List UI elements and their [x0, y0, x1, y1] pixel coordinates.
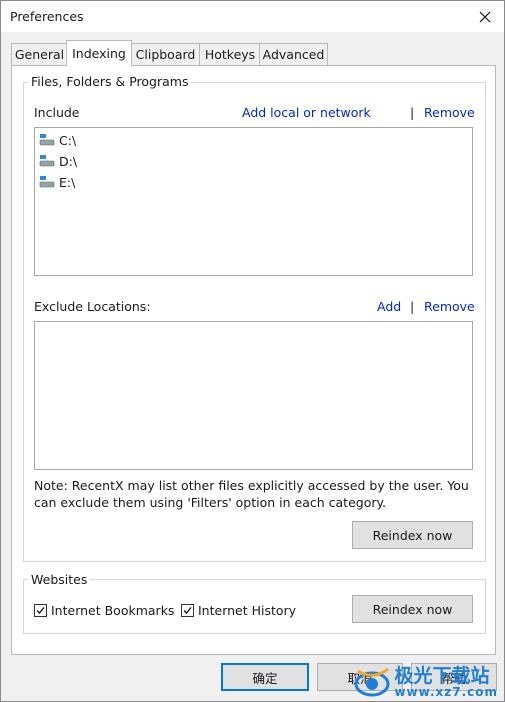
link-separator: | [410, 299, 415, 314]
checkbox-label: Internet History [198, 603, 297, 618]
button-label: Reindex now [372, 527, 453, 543]
checkbox-label: Internet Bookmarks [51, 603, 175, 618]
drive-label: E:\ [59, 174, 76, 190]
tab-label: Indexing [72, 46, 126, 61]
hard-drive-icon [39, 134, 55, 146]
internet-history-checkbox[interactable]: Internet History [181, 603, 296, 618]
checkmark-icon [36, 607, 45, 614]
exclude-add-link[interactable]: Add [377, 299, 401, 314]
tab-label: Hotkeys [204, 47, 256, 62]
indexing-panel: Files, Folders & Programs Include Add lo… [11, 65, 496, 655]
tab-label: Advanced [262, 47, 325, 62]
button-label: Reindex now [372, 601, 453, 617]
files-group-legend: Files, Folders & Programs [28, 74, 192, 89]
hard-drive-icon [39, 176, 55, 188]
include-list[interactable]: C:\ D:\ E:\ [34, 127, 473, 276]
close-icon [479, 11, 491, 22]
checkbox-box[interactable] [34, 604, 47, 617]
window-title: Preferences [10, 9, 84, 24]
list-item[interactable]: D:\ [39, 152, 77, 170]
drive-label: C:\ [59, 132, 77, 148]
websites-group-legend: Websites [28, 572, 91, 587]
tab-hotkeys[interactable]: Hotkeys [199, 43, 261, 65]
include-label: Include [34, 105, 80, 120]
reindex-websites-button[interactable]: Reindex now [352, 595, 473, 623]
exclude-list[interactable] [34, 321, 473, 470]
button-label: 确定 [252, 670, 278, 686]
exclude-locations-label: Exclude Locations: [34, 299, 151, 314]
tab-label: Clipboard [135, 47, 196, 62]
title-bar: Preferences [1, 1, 504, 32]
preferences-window: Preferences General Indexing Clipboard H… [0, 0, 505, 702]
close-button[interactable] [466, 1, 504, 32]
tab-clipboard[interactable]: Clipboard [130, 43, 201, 65]
ok-button[interactable]: 确定 [221, 663, 309, 691]
tab-advanced[interactable]: Advanced [259, 43, 328, 65]
exclude-remove-link[interactable]: Remove [424, 299, 475, 314]
tab-general[interactable]: General [11, 43, 68, 65]
include-remove-link[interactable]: Remove [424, 105, 475, 120]
reindex-files-button[interactable]: Reindex now [352, 521, 473, 549]
watermark-brand: 极光下载站 [394, 664, 490, 687]
tab-label: General [14, 47, 65, 62]
checkmark-icon [183, 607, 192, 614]
watermark: 极光下载站 www.xz7.com [352, 665, 498, 699]
list-item[interactable]: E:\ [39, 173, 75, 191]
watermark-url: www.xz7.com [394, 684, 498, 699]
hard-drive-icon [39, 155, 55, 167]
list-item[interactable]: C:\ [39, 131, 76, 149]
checkbox-box[interactable] [181, 604, 194, 617]
drive-label: D:\ [59, 153, 78, 169]
indexing-note: Note: RecentX may list other files expli… [34, 478, 469, 510]
watermark-logo-icon [354, 667, 390, 697]
link-separator: | [410, 105, 415, 120]
tab-indexing[interactable]: Indexing [66, 40, 132, 66]
add-local-or-network-link[interactable]: Add local or network [242, 105, 371, 120]
internet-bookmarks-checkbox[interactable]: Internet Bookmarks [34, 603, 174, 618]
